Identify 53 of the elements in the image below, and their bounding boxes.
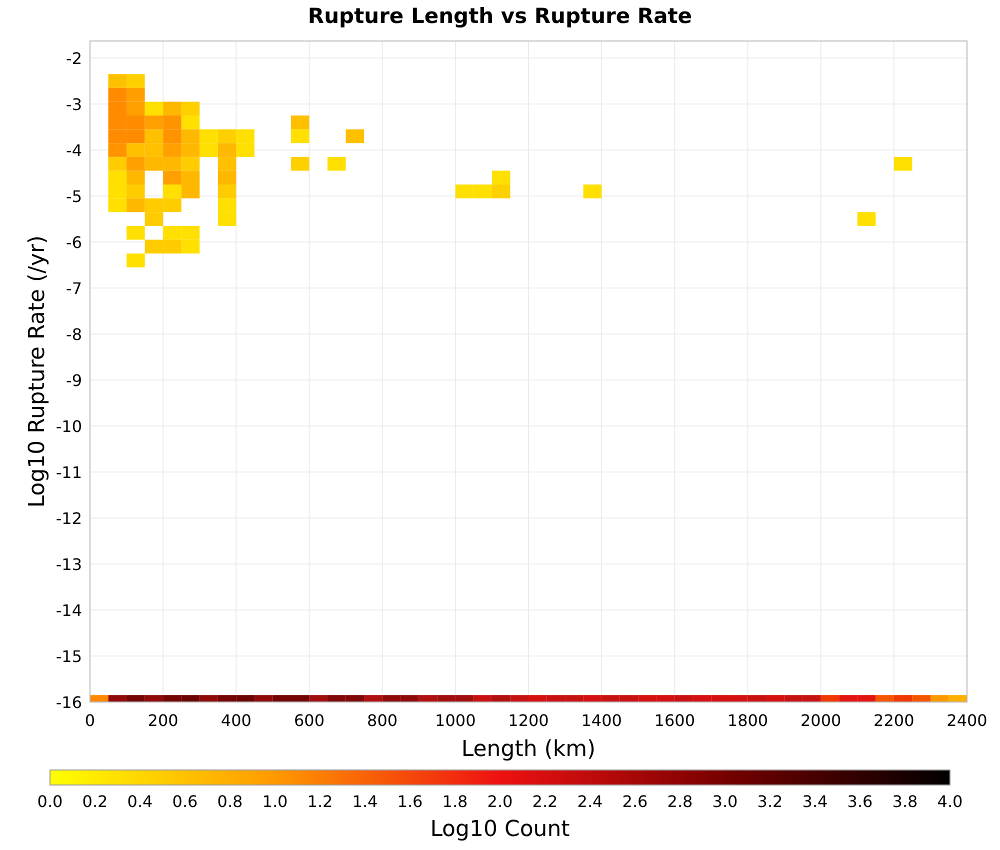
colorbar-tick-label: 1.2: [307, 792, 333, 811]
x-tick-label: 2200: [874, 711, 914, 730]
x-tick-label: 0: [84, 711, 96, 730]
x-tick-label: 2400: [946, 711, 988, 730]
y-tick-label: -4: [66, 141, 82, 160]
x-tick-label: 1400: [581, 711, 622, 730]
colorbar-tick-label: 0.6: [172, 792, 198, 811]
y-tick-label: -14: [56, 601, 82, 620]
colorbar-tick-label: 0.0: [37, 792, 63, 811]
y-tick-label: -15: [56, 647, 82, 666]
chart-title: Rupture Length vs Rupture Rate: [308, 4, 692, 28]
colorbar-tick-label: 1.0: [262, 792, 288, 811]
y-tick-label: -10: [56, 417, 82, 436]
x-tick-label: 1200: [508, 711, 549, 730]
colorbar-tick-label: 3.8: [892, 792, 918, 811]
y-tick-label: -8: [66, 325, 82, 344]
x-axis-label: Length (km): [461, 737, 596, 762]
y-tick-label: -6: [66, 233, 82, 252]
y-tick-label: -3: [66, 95, 82, 114]
colorbar-tick-label: 1.4: [352, 792, 378, 811]
x-tick-label: 2000: [800, 711, 842, 730]
colorbar-tick-label: 1.8: [442, 792, 468, 811]
colorbar-tick-label: 0.4: [127, 792, 153, 811]
y-tick-label: -9: [66, 371, 82, 390]
y-tick-label: -5: [66, 187, 82, 206]
y-tick-label: -2: [66, 49, 82, 68]
y-tick-label: -13: [56, 555, 82, 574]
colorbar-label: Log10 Count: [430, 817, 570, 842]
colorbar-tick-label: 2.8: [667, 792, 693, 811]
colorbar-tick-label: 1.6: [397, 792, 423, 811]
colorbar-tick-label: 2.2: [532, 792, 558, 811]
colorbar-tick-label: 2.6: [622, 792, 648, 811]
x-tick-label: 600: [294, 711, 325, 730]
x-tick-label: 200: [148, 711, 178, 730]
y-tick-label: -12: [56, 509, 82, 528]
colorbar-tick-label: 3.6: [847, 792, 873, 811]
y-tick-label: -7: [66, 279, 82, 298]
colorbar-tick-label: 3.2: [757, 792, 783, 811]
x-tick-label: 1600: [654, 711, 696, 730]
colorbar-tick-label: 2.4: [577, 792, 603, 811]
colorbar-tick-label: 0.8: [217, 792, 243, 811]
x-tick-label: 400: [220, 711, 252, 730]
colorbar-tick-label: 3.0: [712, 792, 738, 811]
x-tick-label: 1800: [727, 711, 768, 730]
colorbar-tick-label: 2.0: [487, 792, 513, 811]
colorbar-tick-label: 0.2: [82, 792, 108, 811]
colorbar-tick-label: 4.0: [937, 792, 963, 811]
x-tick-label: 800: [367, 711, 398, 730]
y-axis-label: Log10 Rupture Rate (/yr): [25, 235, 50, 508]
colorbar-tick-label: 3.4: [802, 792, 828, 811]
y-tick-label: -16: [56, 693, 82, 712]
y-tick-label: -11: [56, 463, 82, 482]
x-tick-label: 1000: [435, 711, 476, 730]
